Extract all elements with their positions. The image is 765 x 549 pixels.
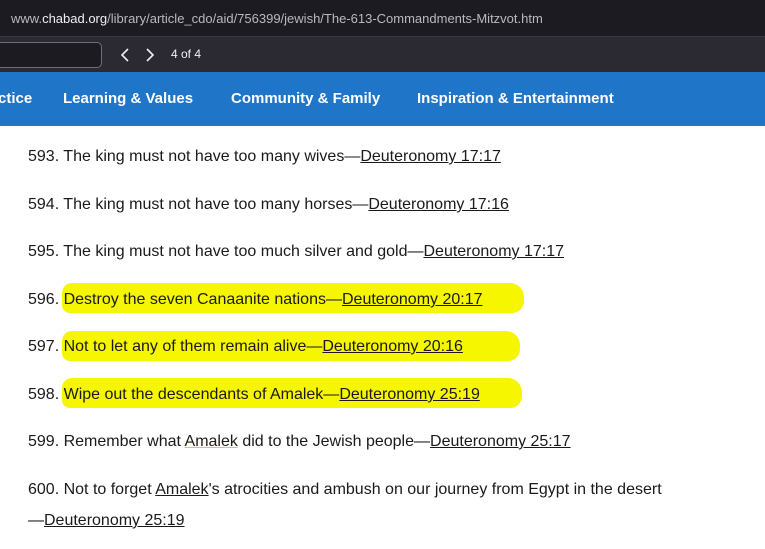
item-number: 594. (28, 196, 60, 213)
item-text: Wipe out the descendants of Amalek— (63, 386, 340, 403)
list-item: 599. Remember what Amalek did to the Jew… (28, 433, 571, 451)
list-item: 600. Not to forget Amalek's atrocities a… (28, 481, 662, 499)
find-input[interactable] (0, 42, 102, 68)
item-number: 600. (28, 481, 60, 498)
verse-link[interactable]: Deuteronomy 17:17 (360, 148, 501, 165)
item-text: Not to let any of them remain alive— (63, 338, 323, 355)
nav-item-community-family[interactable]: Community & Family (231, 90, 380, 107)
item-text: Destroy the seven Canaanite nations— (63, 291, 342, 308)
item-number: 596. (28, 291, 60, 308)
item-text: The king must not have too much silver a… (63, 243, 424, 260)
find-previous-button[interactable] (114, 44, 136, 66)
item-text: Remember what (63, 433, 185, 450)
item-text: The king must not have too many horses— (63, 196, 369, 213)
verse-link[interactable]: Deuteronomy 25:17 (430, 433, 571, 450)
item-text: Not to forget (63, 481, 156, 498)
item-number: 593. (28, 148, 60, 165)
list-item: 594. The king must not have too many hor… (28, 196, 509, 214)
list-item: 597. Not to let any of them remain alive… (28, 338, 463, 356)
item-text: 's atrocities and ambush on our journey … (208, 481, 662, 498)
verse-link[interactable]: Deuteronomy 20:17 (342, 291, 483, 308)
item-number: 597. (28, 338, 60, 355)
nav-item-inspiration-entertainment[interactable]: Inspiration & Entertainment (417, 90, 614, 107)
item-number: 599. (28, 433, 60, 450)
url-text[interactable]: www.chabad.org/library/article_cdo/aid/7… (0, 11, 543, 26)
item-text: The king must not have too many wives— (63, 148, 361, 165)
find-next-button[interactable] (139, 44, 161, 66)
chevron-right-icon (146, 48, 155, 62)
address-bar[interactable]: www.chabad.org/library/article_cdo/aid/7… (0, 0, 765, 36)
verse-link[interactable]: Deuteronomy 25:19 (339, 386, 480, 403)
chevron-left-icon (120, 48, 129, 62)
item-number: 598. (28, 386, 60, 403)
list-item: 595. The king must not have too much sil… (28, 243, 564, 261)
item-text: — (28, 512, 44, 529)
item-number: 595. (28, 243, 60, 260)
verse-link[interactable]: Deuteronomy 20:16 (322, 338, 463, 355)
list-item: 593. The king must not have too many wiv… (28, 148, 501, 166)
url-domain: chabad.org (42, 10, 108, 26)
list-item: 596. Destroy the seven Canaanite nations… (28, 291, 483, 309)
find-bar: 4 of 4 (0, 36, 765, 72)
site-nav: ctice Learning & Values Community & Fami… (0, 72, 765, 126)
verse-link[interactable]: Deuteronomy 25:19 (44, 512, 185, 529)
nav-item-practice[interactable]: ctice (0, 90, 32, 107)
find-match-count: 4 of 4 (171, 47, 202, 61)
url-prefix: www. (11, 10, 43, 26)
amalek-link[interactable]: Amalek (185, 433, 238, 450)
url-path: /library/article_cdo/aid/756399/jewish/T… (107, 10, 543, 26)
list-item-continuation: —Deuteronomy 25:19 (28, 512, 185, 530)
nav-item-learning-values[interactable]: Learning & Values (63, 90, 193, 107)
verse-link[interactable]: Deuteronomy 17:17 (423, 243, 564, 260)
item-text: did to the Jewish people— (237, 433, 431, 450)
verse-link[interactable]: Deuteronomy 17:16 (368, 196, 509, 213)
amalek-link[interactable]: Amalek (155, 481, 208, 498)
list-item: 598. Wipe out the descendants of Amalek—… (28, 386, 480, 404)
